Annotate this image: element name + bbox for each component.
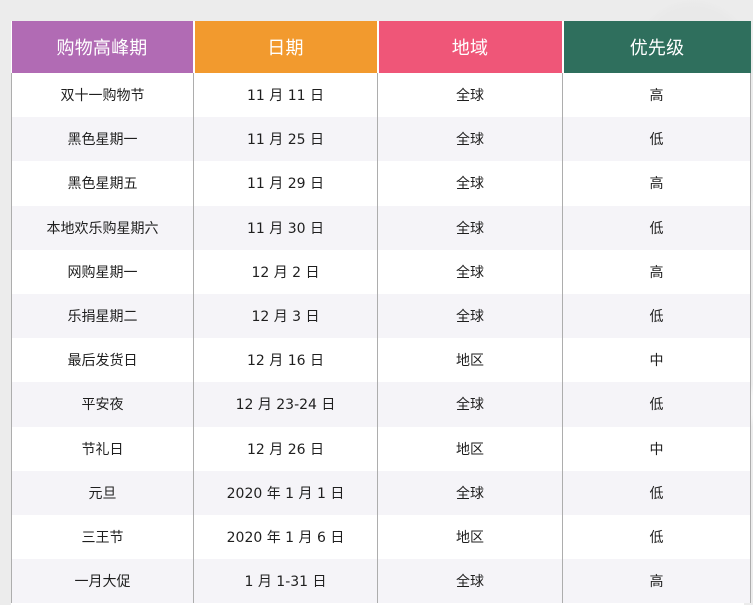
date-cell: 12 月 26 日 <box>193 426 378 471</box>
region-cell: 全球 <box>377 205 563 250</box>
date-cell: 12 月 16 日 <box>193 338 378 383</box>
period-cell: 本地欢乐购星期六 <box>11 205 194 250</box>
table-row: 黑色星期一 11 月 25 日 全球 低 <box>11 117 751 162</box>
table-row: 双十一购物节 11 月 11 日 全球 高 <box>11 73 751 118</box>
priority-cell: 低 <box>562 205 751 250</box>
region-cell: 全球 <box>377 382 563 427</box>
period-cell: 黑色星期五 <box>11 161 194 206</box>
table-row: 网购星期一 12 月 2 日 全球 高 <box>11 249 751 294</box>
table-header: 购物高峰期 日期 地域 优先级 <box>11 21 751 73</box>
table-row: 最后发货日 12 月 16 日 地区 中 <box>11 338 751 383</box>
date-cell: 12 月 23-24 日 <box>193 382 378 427</box>
priority-cell: 高 <box>562 249 751 294</box>
table-row: 节礼日 12 月 26 日 地区 中 <box>11 426 751 471</box>
region-cell: 全球 <box>377 470 563 515</box>
priority-cell: 中 <box>562 426 751 471</box>
date-cell: 11 月 29 日 <box>193 161 378 206</box>
region-cell: 地区 <box>377 514 563 560</box>
priority-cell: 低 <box>562 293 751 339</box>
table-row: 黑色星期五 11 月 29 日 全球 高 <box>11 161 751 206</box>
date-cell: 12 月 2 日 <box>193 249 378 294</box>
priority-cell: 高 <box>562 73 751 118</box>
period-cell: 平安夜 <box>11 382 194 427</box>
shopping-peak-table: 购物高峰期 日期 地域 优先级 双十一购物节 11 月 11 日 全球 高 黑色… <box>11 21 751 604</box>
priority-cell: 低 <box>562 514 751 560</box>
header-period: 购物高峰期 <box>11 21 195 73</box>
region-cell: 全球 <box>377 293 563 339</box>
period-cell: 元旦 <box>11 470 194 515</box>
region-cell: 地区 <box>377 338 563 383</box>
period-cell: 网购星期一 <box>11 249 194 294</box>
table-row: 平安夜 12 月 23-24 日 全球 低 <box>11 382 751 427</box>
region-cell: 全球 <box>377 73 563 118</box>
table-row: 一月大促 1 月 1-31 日 全球 高 <box>11 559 751 604</box>
date-cell: 12 月 3 日 <box>193 293 378 339</box>
date-cell: 2020 年 1 月 6 日 <box>193 514 378 560</box>
region-cell: 地区 <box>377 426 563 471</box>
date-cell: 1 月 1-31 日 <box>193 559 378 604</box>
priority-cell: 低 <box>562 470 751 515</box>
period-cell: 黑色星期一 <box>11 117 194 162</box>
date-cell: 11 月 30 日 <box>193 205 378 250</box>
header-row: 购物高峰期 日期 地域 优先级 <box>11 21 751 73</box>
priority-cell: 高 <box>562 161 751 206</box>
table-row: 元旦 2020 年 1 月 1 日 全球 低 <box>11 470 751 515</box>
period-cell: 一月大促 <box>11 559 194 604</box>
priority-cell: 低 <box>562 382 751 427</box>
date-cell: 2020 年 1 月 1 日 <box>193 470 378 515</box>
period-cell: 最后发货日 <box>11 338 194 383</box>
period-cell: 三王节 <box>11 514 194 560</box>
region-cell: 全球 <box>377 117 563 162</box>
period-cell: 双十一购物节 <box>11 73 194 118</box>
table-row: 本地欢乐购星期六 11 月 30 日 全球 低 <box>11 205 751 250</box>
table-row: 三王节 2020 年 1 月 6 日 地区 低 <box>11 514 751 560</box>
date-cell: 11 月 25 日 <box>193 117 378 162</box>
header-region: 地域 <box>377 21 564 73</box>
date-cell: 11 月 11 日 <box>193 73 378 118</box>
table-body: 双十一购物节 11 月 11 日 全球 高 黑色星期一 11 月 25 日 全球… <box>11 73 751 604</box>
priority-cell: 中 <box>562 338 751 383</box>
period-cell: 节礼日 <box>11 426 194 471</box>
priority-cell: 低 <box>562 117 751 162</box>
region-cell: 全球 <box>377 559 563 604</box>
table-row: 乐捐星期二 12 月 3 日 全球 低 <box>11 293 751 339</box>
header-date: 日期 <box>193 21 379 73</box>
period-cell: 乐捐星期二 <box>11 293 194 339</box>
shopping-peak-table-container: 购物高峰期 日期 地域 优先级 双十一购物节 11 月 11 日 全球 高 黑色… <box>11 21 751 605</box>
region-cell: 全球 <box>377 249 563 294</box>
priority-cell: 高 <box>562 559 751 604</box>
header-priority: 优先级 <box>562 21 751 73</box>
region-cell: 全球 <box>377 161 563 206</box>
